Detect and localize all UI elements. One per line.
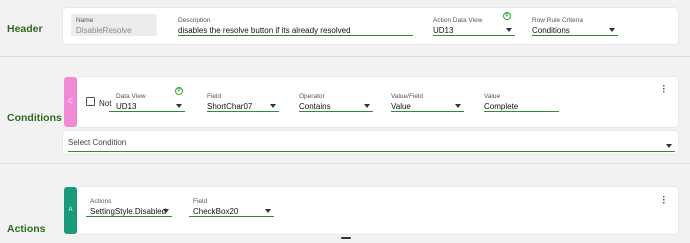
action-field-label: Field [193,198,208,205]
action-select[interactable]: Actions SettingStyle.Disabled [86,198,172,217]
chevron-down-icon [506,28,512,32]
resize-handle[interactable] [341,237,351,239]
action-label: Actions [90,198,112,205]
condition-field-label: Field [207,93,222,100]
not-checkbox[interactable] [86,97,95,106]
condition-value-field-value: Value [391,102,411,111]
row-rule-criteria-select[interactable]: Row Rule Criteria Conditions [532,17,618,36]
select-condition-card: Select Condition [63,131,678,154]
kebab-menu-icon[interactable]: · · · [661,82,667,98]
kebab-menu-icon[interactable]: · · · [661,193,667,209]
condition-data-view-select[interactable]: Data View UD13 [109,93,185,112]
description-value: disables the resolve button if its alrea… [178,26,351,35]
chevron-down-icon [364,104,370,108]
condition-field-value: ShortChar07 [207,102,253,111]
select-condition-placeholder: Select Condition [68,138,127,147]
section-label-actions: Actions [7,223,46,235]
action-data-view-select[interactable]: Action Data View UD13 [433,17,515,36]
condition-operator-select[interactable]: Operator Contains [299,93,373,112]
divider-header-conditions [0,56,690,57]
header-card: Name DisableResolve Description disables… [63,8,678,44]
condition-tab: C [64,77,77,127]
action-data-view-value: UD13 [433,26,454,35]
action-card: Actions SettingStyle.Disabled Field Chec… [77,187,678,234]
condition-data-view-value: UD13 [116,102,137,111]
condition-field-select[interactable]: Field ShortChar07 [207,93,279,112]
name-value: DisableResolve [76,26,132,35]
chevron-down-icon [163,209,169,213]
action-field-select[interactable]: Field CheckBox20 [189,198,274,217]
condition-value-field-label: Value/Field [391,93,424,100]
condition-value-value: Complete [484,102,519,111]
chevron-down-icon [609,28,615,32]
chevron-down-icon [265,209,271,213]
condition-value-label: Value [484,93,501,100]
condition-operator-value: Contains [299,102,331,111]
section-label-conditions: Conditions [7,112,62,124]
name-field: Name DisableResolve [71,14,157,36]
divider-conditions-actions [0,163,690,164]
select-condition-dropdown[interactable]: Select Condition [68,133,675,152]
action-tab: A [64,187,77,234]
chevron-down-icon [176,104,182,108]
condition-operator-label: Operator [299,93,325,100]
condition-card: Not P Data View UD13 Field ShortChar07 O… [77,77,678,127]
name-label: Name [76,17,94,24]
description-label: Description [178,17,211,24]
condition-data-view-label: Data View [116,93,146,100]
chevron-down-icon [270,104,276,108]
condition-value-field-select[interactable]: Value/Field Value [391,93,464,112]
chevron-down-icon [666,144,672,148]
condition-value-input[interactable]: Value Complete [484,93,559,112]
chevron-down-icon [455,104,461,108]
action-field-value: CheckBox20 [193,207,239,216]
section-label-header: Header [7,23,43,35]
row-rule-criteria-label: Row Rule Criteria [532,17,583,24]
action-value: SettingStyle.Disabled [90,207,167,216]
description-field[interactable]: Description disables the resolve button … [178,17,413,36]
row-rule-criteria-value: Conditions [532,26,570,35]
action-data-view-label: Action Data View [433,17,483,24]
